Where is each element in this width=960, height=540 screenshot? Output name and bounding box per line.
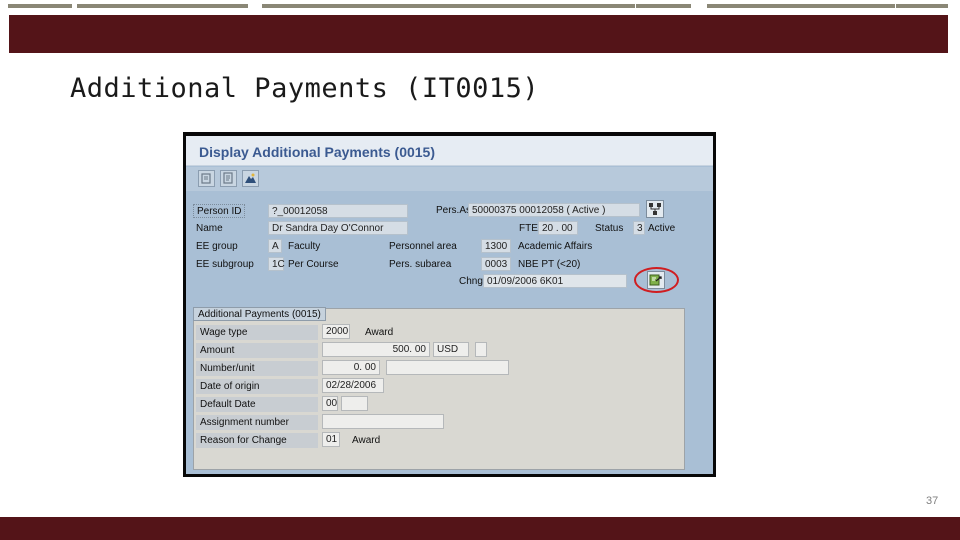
personnel-area-label: Personnel area bbox=[389, 241, 457, 252]
ee-subgroup-text: Per Course bbox=[288, 259, 339, 270]
wage-type-text: Award bbox=[365, 327, 394, 338]
reason-for-change-field[interactable]: 01 bbox=[322, 432, 340, 447]
chng-field[interactable]: 01/09/2006 6K01 bbox=[483, 274, 627, 288]
number-unit-label: Number/unit bbox=[196, 361, 318, 376]
amount-field[interactable]: 500. 00 bbox=[322, 342, 430, 357]
group-title: Additional Payments (0015) bbox=[193, 307, 326, 321]
default-date-label: Default Date bbox=[196, 397, 318, 412]
display-change-icon[interactable] bbox=[198, 170, 215, 187]
fte-label: FTE bbox=[519, 223, 538, 234]
status-label: Status bbox=[595, 223, 624, 234]
date-of-origin-field[interactable]: 02/28/2006 bbox=[322, 378, 384, 393]
wage-type-field[interactable]: 2000 bbox=[322, 324, 350, 339]
assignment-number-field[interactable] bbox=[322, 414, 444, 429]
pers-assgn-field[interactable]: 50000375 00012058 ( Active ) bbox=[468, 203, 640, 217]
assignment-number-label: Assignment number bbox=[196, 415, 318, 430]
pers-subarea-text: NBE PT (<20) bbox=[518, 259, 581, 270]
wage-type-label: Wage type bbox=[196, 325, 318, 340]
hierarchy-icon[interactable] bbox=[646, 200, 664, 218]
chng-label: Chng bbox=[459, 276, 483, 287]
sap-window-title: Display Additional Payments (0015) bbox=[199, 144, 435, 160]
amount-extra-field[interactable] bbox=[475, 342, 487, 357]
sap-screenshot: Display Additional Payments (0015) Perso… bbox=[183, 132, 716, 477]
ee-subgroup-code-field[interactable]: 1C bbox=[268, 257, 285, 271]
highlight-circle bbox=[634, 267, 679, 293]
number-unit-field[interactable]: 0. 00 bbox=[322, 360, 380, 375]
ee-group-label: EE group bbox=[196, 241, 238, 252]
status-text: Active bbox=[648, 223, 676, 234]
person-id-label: Person ID bbox=[193, 204, 245, 218]
mountain-icon[interactable] bbox=[242, 170, 259, 187]
default-date-field[interactable]: 00 bbox=[322, 396, 338, 411]
name-field[interactable]: Dr Sandra Day O'Connor bbox=[268, 221, 408, 235]
header-bar bbox=[9, 15, 948, 53]
fte-field[interactable]: 20 . 00 bbox=[538, 221, 578, 235]
person-id-field[interactable]: ?_00012058 bbox=[268, 204, 408, 218]
reason-for-change-label: Reason for Change bbox=[196, 433, 318, 448]
unit-field[interactable] bbox=[386, 360, 509, 375]
top-decorative-lines bbox=[8, 4, 948, 12]
reason-for-change-text: Award bbox=[352, 435, 381, 446]
slide-title: Additional Payments (IT0015) bbox=[70, 73, 540, 104]
personnel-area-text: Academic Affairs bbox=[518, 241, 593, 252]
overview-icon[interactable] bbox=[220, 170, 237, 187]
date-of-origin-label: Date of origin bbox=[196, 379, 318, 394]
pers-subarea-label: Pers. subarea bbox=[389, 259, 452, 270]
ee-group-text: Faculty bbox=[288, 241, 321, 252]
currency-field[interactable]: USD bbox=[433, 342, 469, 357]
sap-screen: Display Additional Payments (0015) Perso… bbox=[186, 136, 713, 474]
pers-subarea-code-field[interactable]: 0003 bbox=[481, 257, 511, 271]
sap-toolbar bbox=[186, 167, 713, 191]
status-code-field[interactable]: 3 bbox=[633, 221, 645, 235]
ee-group-code-field[interactable]: A bbox=[268, 239, 282, 253]
ee-subgroup-label: EE subgroup bbox=[196, 259, 254, 270]
footer-bar bbox=[0, 517, 960, 540]
page-number: 37 bbox=[926, 495, 939, 507]
personnel-area-code-field[interactable]: 1300 bbox=[481, 239, 511, 253]
name-label: Name bbox=[196, 223, 223, 234]
sap-title-bar: Display Additional Payments (0015) bbox=[186, 136, 713, 166]
default-date-extra-field[interactable] bbox=[341, 396, 368, 411]
amount-label: Amount bbox=[196, 343, 318, 358]
